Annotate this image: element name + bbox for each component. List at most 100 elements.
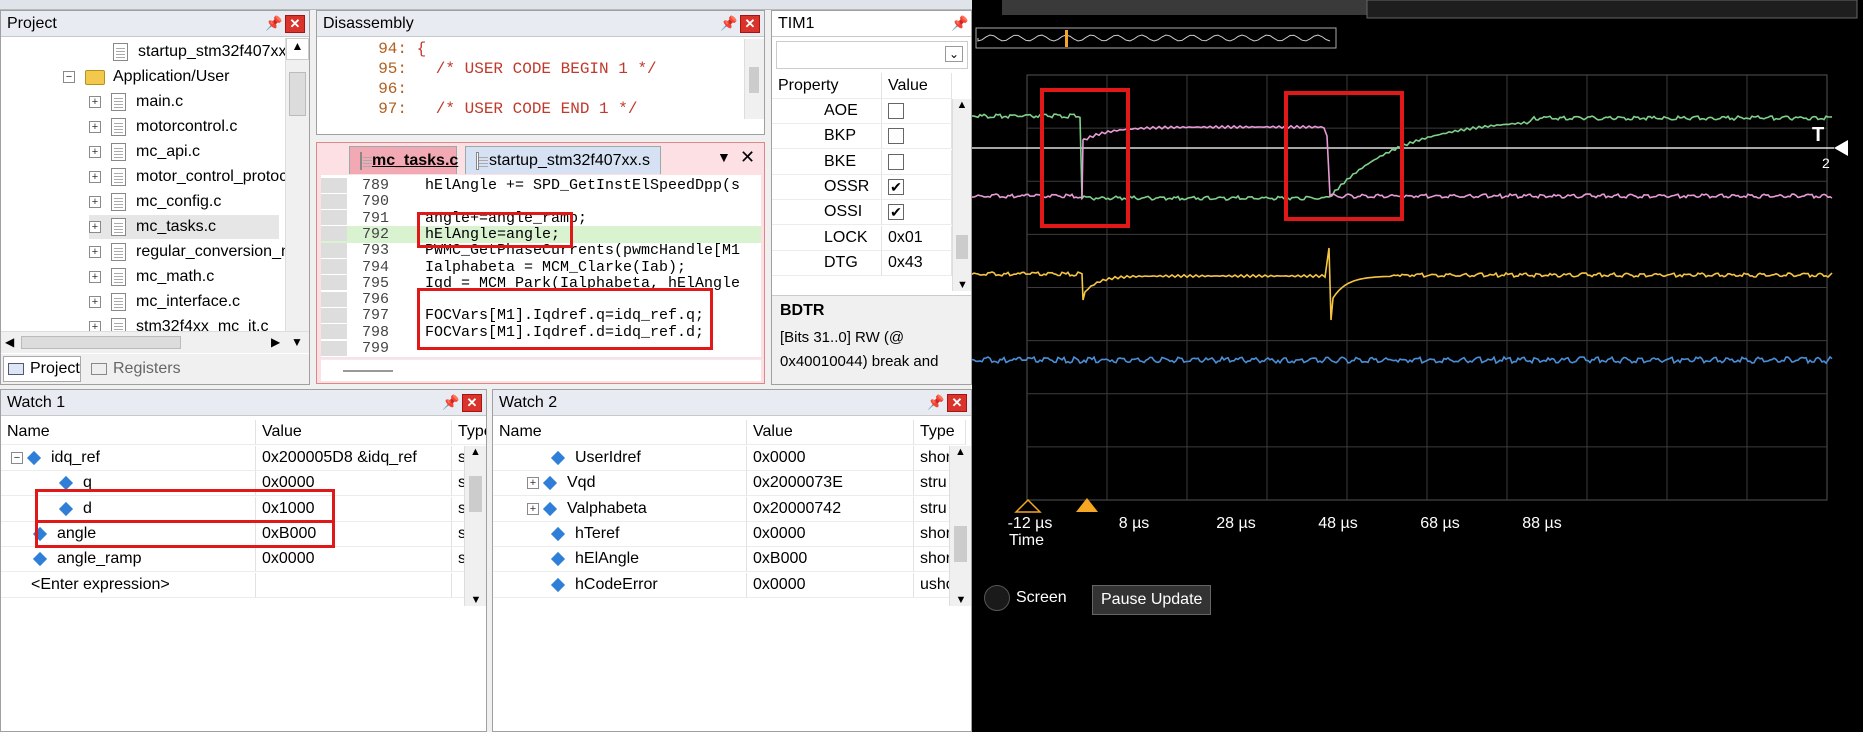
trigger-marker[interactable]: T: [1812, 124, 1824, 147]
annotation-box: [35, 489, 335, 523]
column-header[interactable]: Value: [256, 420, 452, 445]
pin-icon[interactable]: 📌: [263, 15, 285, 32]
tree-item[interactable]: + main.c: [89, 90, 183, 114]
tree-item[interactable]: − Application/User: [63, 65, 230, 89]
gutter: [321, 307, 347, 323]
overview-cursor: [1065, 30, 1068, 47]
tim1-property-value[interactable]: [882, 149, 952, 175]
close-icon[interactable]: ✕: [285, 14, 305, 33]
tree-item-label: mc_interface.c: [136, 293, 241, 310]
close-icon[interactable]: ✕: [740, 14, 760, 33]
tree-item[interactable]: + mc_tasks.c: [89, 215, 279, 239]
expand-icon[interactable]: +: [89, 271, 101, 283]
watch1-scrollbar[interactable]: ▲ ▼: [464, 446, 486, 606]
tim1-property-value[interactable]: ✔: [882, 200, 952, 226]
close-icon[interactable]: ✕: [462, 393, 482, 412]
pin-icon[interactable]: 📌: [925, 394, 947, 411]
watch-value-cell[interactable]: 0x20000742: [747, 496, 914, 522]
cell-text: stru: [920, 499, 947, 517]
screen-toggle[interactable]: [984, 585, 1010, 611]
watch-value-cell[interactable]: 0x0000: [256, 547, 452, 573]
tree-item[interactable]: + mc_interface.c: [89, 290, 240, 314]
pin-icon[interactable]: 📌: [440, 394, 462, 411]
cell-text: 0x0000: [753, 575, 806, 593]
gutter: [321, 275, 347, 291]
tree-item[interactable]: + mc_math.c: [89, 265, 214, 289]
checkbox-unchecked[interactable]: [888, 128, 904, 145]
project-hscroll[interactable]: ◀ ▶ ▼: [1, 331, 309, 353]
editor-line[interactable]: 794 Ialphabeta = MCM_Clarke(Iab);: [321, 259, 761, 276]
tree-item-label: mc_tasks.c: [136, 218, 217, 235]
checkbox-unchecked[interactable]: [888, 103, 904, 119]
checkbox-unchecked[interactable]: [888, 153, 904, 170]
pause-update-button[interactable]: Pause Update: [1092, 585, 1212, 615]
tim1-scrollbar[interactable]: ▲ ▼: [952, 99, 971, 291]
project-title: Project: [7, 14, 57, 32]
expand-icon[interactable]: +: [89, 121, 101, 133]
annotation-box: [417, 212, 573, 248]
column-header[interactable]: Name: [493, 420, 747, 445]
annotation-box: [417, 288, 713, 350]
editor-line[interactable]: 789 hElAngle += SPD_GetInstElSpeedDpp(s: [321, 177, 761, 194]
gutter: [321, 291, 347, 307]
watch1-panel: Watch 1 📌 ✕ NameValueType − idq_ref 0x20000…: [0, 389, 487, 732]
watch2-scrollbar[interactable]: ▲ ▼: [949, 446, 971, 606]
watch-value-cell[interactable]: 0x0000: [747, 446, 914, 471]
disassembly-scrollbar[interactable]: [744, 39, 764, 119]
expand-icon[interactable]: +: [89, 221, 101, 233]
tree-item[interactable]: + regular_conversion_ma: [89, 240, 285, 264]
tree-item[interactable]: startup_stm32f407xx.s: [91, 40, 285, 64]
editor-hscroll[interactable]: [321, 359, 761, 381]
column-header[interactable]: Name: [1, 420, 256, 445]
tab-mc-tasks[interactable]: mc_tasks.c: [349, 146, 458, 174]
file-icon: [111, 143, 126, 161]
watch-value-cell[interactable]: 0x0000: [747, 572, 914, 598]
tree-item[interactable]: + motorcontrol.c: [89, 115, 237, 139]
watch-value-cell[interactable]: 0x2000073E: [747, 471, 914, 497]
tree-item[interactable]: + mc_config.c: [89, 190, 221, 214]
watch-value-cell[interactable]: [256, 572, 452, 598]
overview-wave: [977, 34, 1331, 42]
checkbox-checked[interactable]: ✔: [888, 204, 904, 221]
tab-registers[interactable]: Registers: [87, 356, 181, 382]
tim1-property-value[interactable]: 0x01: [882, 225, 952, 251]
cell-text: angle_ramp: [57, 550, 142, 568]
expand-icon[interactable]: +: [89, 246, 101, 258]
watch-value-cell[interactable]: 0x200005D8 &idq_ref: [256, 446, 452, 471]
tab-dropdown-icon[interactable]: ▼: [717, 149, 731, 165]
tree-item[interactable]: + mc_api.c: [89, 140, 200, 164]
pin-icon[interactable]: 📌: [718, 15, 740, 32]
watch-value-cell[interactable]: 0x0000: [747, 521, 914, 547]
tim1-property-value[interactable]: [882, 99, 952, 124]
tab-startup[interactable]: startup_stm32f407xx.s: [465, 146, 661, 174]
tab-project[interactable]: Project: [3, 356, 81, 382]
project-scrollbar[interactable]: ▲: [285, 38, 309, 338]
expand-icon[interactable]: +: [527, 502, 539, 515]
expand-icon[interactable]: +: [89, 296, 101, 308]
cell-text: 0x0000: [753, 449, 806, 466]
tim1-property-value[interactable]: [882, 124, 952, 150]
column-header[interactable]: Type: [914, 420, 966, 445]
scope-display: [972, 0, 1858, 513]
close-icon[interactable]: ✕: [740, 147, 755, 168]
expand-icon[interactable]: +: [527, 477, 539, 490]
editor-line[interactable]: 790: [321, 193, 761, 210]
close-icon[interactable]: ✕: [947, 393, 967, 412]
tree-item[interactable]: + motor_control_protoco: [89, 165, 285, 189]
expand-icon[interactable]: +: [89, 171, 101, 183]
expand-icon[interactable]: +: [89, 146, 101, 158]
column-header[interactable]: Value: [747, 420, 914, 445]
top-bar-right: [1366, 0, 1858, 19]
tim1-property-value[interactable]: ✔: [882, 174, 952, 200]
watch-value-cell[interactable]: 0xB000: [747, 547, 914, 573]
tim1-dropdown[interactable]: ⌄: [776, 41, 968, 69]
collapse-icon[interactable]: −: [63, 71, 75, 83]
column-header[interactable]: Type: [452, 420, 486, 445]
checkbox-checked[interactable]: ✔: [888, 178, 904, 195]
tim1-property-value[interactable]: 0x43: [882, 250, 952, 276]
pin-icon[interactable]: 📌: [949, 15, 971, 32]
code-text: hElAngle += SPD_GetInstElSpeedDpp(s: [389, 177, 741, 194]
expand-icon[interactable]: +: [89, 196, 101, 208]
expand-icon[interactable]: +: [89, 96, 101, 108]
collapse-icon[interactable]: −: [11, 452, 23, 464]
